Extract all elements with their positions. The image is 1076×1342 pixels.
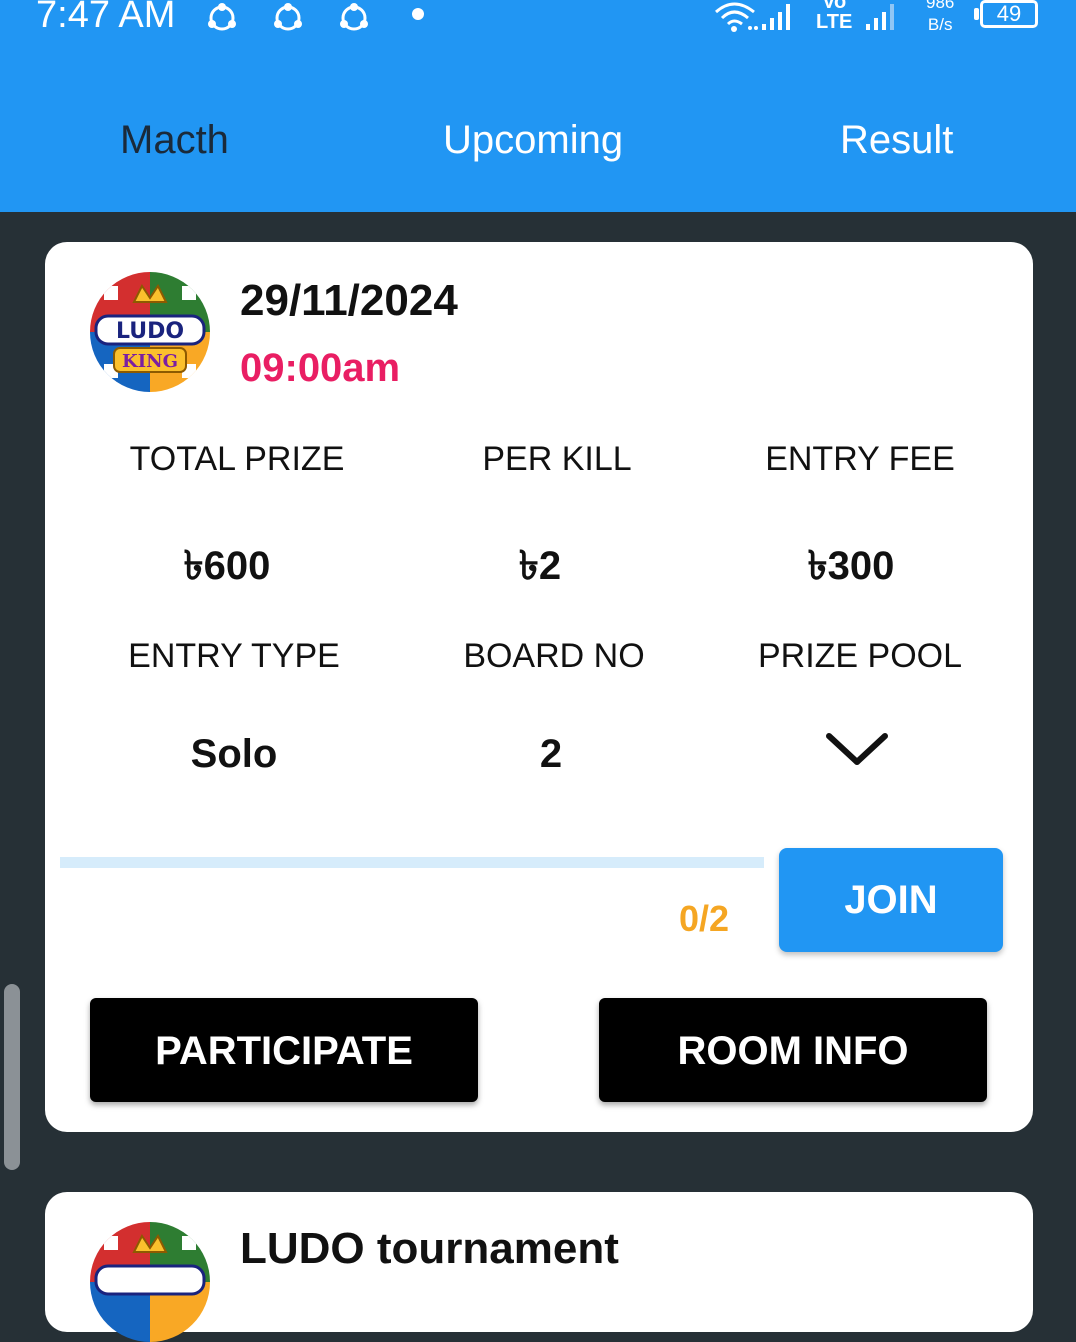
share-icon — [274, 3, 302, 31]
share-icon — [340, 3, 368, 31]
battery-tip — [974, 8, 979, 20]
total-prize-value: ৳600 — [183, 544, 271, 588]
network-speed: 986 B/s — [926, 0, 954, 36]
speed-unit: B/s — [927, 15, 953, 34]
signal-icon — [866, 4, 894, 30]
logo-text-bottom: KING — [122, 351, 178, 372]
room-info-button[interactable]: ROOM INFO — [599, 998, 987, 1102]
per-kill-label: PER KILL — [482, 440, 632, 478]
notification-dot — [412, 8, 424, 20]
participants-progress-bar — [60, 857, 764, 868]
wifi-icon — [715, 2, 758, 32]
board-no-value: 2 — [539, 732, 563, 776]
share-icon — [208, 3, 236, 31]
chevron-down-icon[interactable] — [825, 730, 889, 770]
join-button[interactable]: JOIN — [779, 848, 1003, 952]
logo-text-top: LUDO — [116, 319, 184, 344]
entry-type-value: Solo — [190, 732, 278, 776]
board-no-label: BOARD NO — [463, 637, 645, 675]
match-title: LUDO tournament — [240, 1224, 619, 1273]
signal-icon — [762, 4, 790, 30]
battery-icon: 49 — [980, 0, 1038, 28]
per-kill-value: ৳2 — [518, 544, 562, 588]
ludo-king-logo — [90, 1222, 210, 1342]
participant-count: 0/2 — [679, 898, 730, 939]
volte-bottom-text: LTE — [816, 11, 853, 33]
match-time: 09:00am — [240, 346, 401, 390]
entry-type-label: ENTRY TYPE — [128, 637, 340, 675]
prize-pool-label: PRIZE POOL — [757, 637, 963, 675]
entry-fee-value: ৳300 — [807, 544, 895, 588]
speed-value: 986 — [926, 0, 955, 12]
scrollbar[interactable] — [4, 984, 20, 1170]
status-bar: 7:47 AM Vo LTE 986 B/s 49 — [0, 0, 1076, 50]
app-header: 7:47 AM Vo LTE 986 B/s 49 Macth Upcoming… — [0, 0, 1076, 212]
total-prize-label: TOTAL PRIZE — [129, 440, 345, 478]
match-date: 29/11/2024 — [240, 276, 458, 325]
next-match-card: LUDO tournament — [45, 1192, 1033, 1342]
participate-button[interactable]: PARTICIPATE — [90, 998, 478, 1102]
ludo-king-logo: LUDO KING — [90, 272, 210, 392]
tab-bar: Macth Upcoming Result — [0, 100, 1076, 190]
match-card: LUDO KING 29/11/2024 09:00am TOTAL PRIZE… — [45, 242, 1033, 1132]
tab-match[interactable]: Macth — [120, 118, 229, 163]
entry-fee-label: ENTRY FEE — [765, 440, 955, 478]
volte-indicator: Vo LTE — [816, 0, 852, 32]
tab-result[interactable]: Result — [840, 118, 953, 163]
tab-upcoming[interactable]: Upcoming — [443, 118, 623, 163]
clock: 7:47 AM — [36, 0, 176, 36]
